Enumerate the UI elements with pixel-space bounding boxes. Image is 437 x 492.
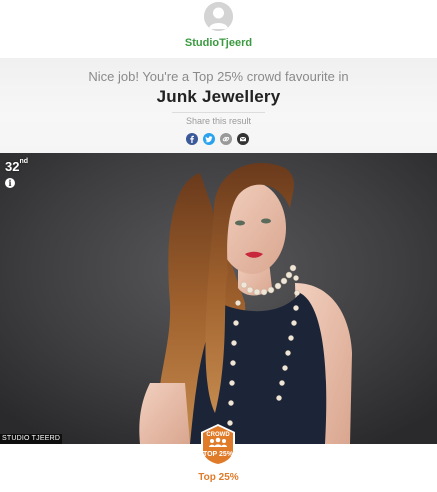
username-link[interactable]: StudioTjeerd <box>0 37 437 49</box>
share-buttons <box>186 133 252 146</box>
entry-photo[interactable]: 32nd i STUDIO TJEERD <box>0 153 437 444</box>
share-label: Share this result <box>185 116 252 126</box>
category-title[interactable]: Junk Jewellery <box>0 87 437 107</box>
result-panel: Nice job! You're a Top 25% crowd favouri… <box>0 58 437 153</box>
facebook-icon <box>190 135 194 143</box>
avatar[interactable] <box>204 2 233 31</box>
email-icon <box>239 136 247 142</box>
email-share-button[interactable] <box>237 133 249 145</box>
copy-link-button[interactable] <box>220 133 232 145</box>
twitter-share-button[interactable] <box>203 133 215 145</box>
badge-top-text: CROWD <box>206 432 230 438</box>
rank-number: 32 <box>5 159 20 174</box>
divider <box>172 112 265 113</box>
photo-watermark: STUDIO TJEERD <box>0 434 63 444</box>
info-icon[interactable]: i <box>5 178 15 188</box>
badge-bottom-text: TOP 25% <box>203 451 234 458</box>
result-message: Nice job! You're a Top 25% crowd favouri… <box>88 69 349 84</box>
portrait-image <box>0 153 437 444</box>
tier-label: Top 25% <box>198 472 239 483</box>
facebook-share-button[interactable] <box>186 133 198 145</box>
crowd-top25-badge: CROWD TOP 25% <box>201 424 235 466</box>
twitter-icon <box>205 136 213 143</box>
rank-suffix: nd <box>19 158 29 165</box>
person-silhouette-icon <box>204 2 233 31</box>
link-icon <box>222 136 230 142</box>
rank-label: 32nd <box>5 158 29 174</box>
profile-header: StudioTjeerd <box>0 0 437 58</box>
